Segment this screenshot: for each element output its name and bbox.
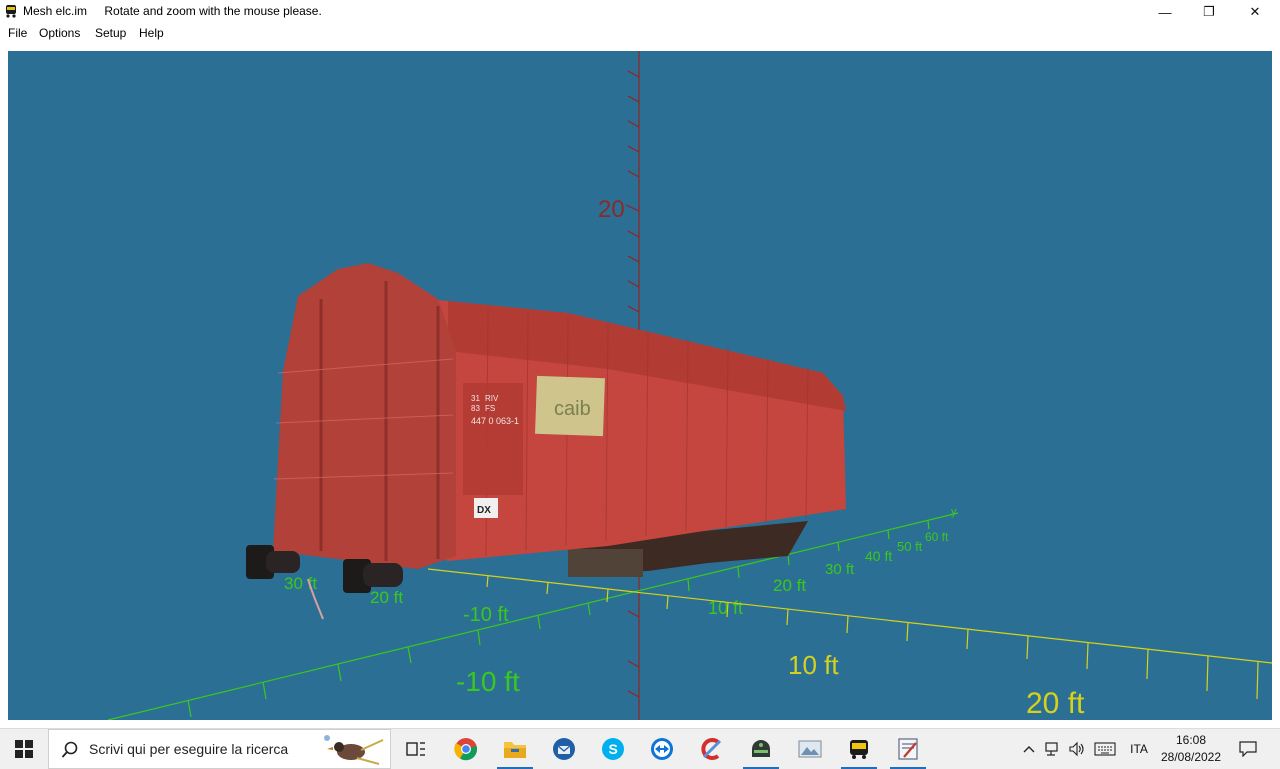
taskbar-file-explorer[interactable]	[491, 729, 539, 769]
file-explorer-icon	[504, 742, 526, 758]
editor-icon	[898, 738, 918, 760]
taskbar-thunderbird[interactable]	[540, 729, 588, 769]
chrome-icon	[454, 738, 478, 761]
reg-c: 83	[471, 404, 480, 413]
taskbar-train-app[interactable]	[835, 729, 883, 769]
label-y-60: 60 ft	[925, 530, 949, 544]
taskbar-editor[interactable]	[884, 729, 932, 769]
label-ground-minus-10: -10 ft	[456, 666, 520, 697]
reg-a: 31	[471, 394, 480, 403]
speaker-icon	[1069, 741, 1084, 757]
menu-bar: File Options Setup Help	[0, 24, 1280, 42]
teamviewer-icon	[651, 738, 673, 760]
clock-time: 16:08	[1175, 733, 1207, 747]
restore-button[interactable]: ❐	[1186, 0, 1232, 24]
notification-icon	[1239, 741, 1257, 757]
task-view-button[interactable]	[392, 729, 440, 769]
taskbar-search-box[interactable]: Scrivi qui per eseguire la ricerca	[48, 729, 391, 769]
minimize-button[interactable]: —	[1142, 0, 1188, 24]
touch-keyboard-button[interactable]	[1092, 729, 1118, 769]
axis-y-letter: y	[951, 506, 957, 518]
taskbar-clock[interactable]: 16:08 28/08/2022	[1155, 732, 1227, 766]
volume-button[interactable]	[1066, 729, 1088, 769]
title-bar: Mesh elc.im Rotate and zoom with the mou…	[0, 0, 1280, 24]
ccleaner-icon	[701, 738, 722, 760]
search-placeholder: Scrivi qui per eseguire la ricerca	[89, 741, 289, 757]
start-button[interactable]	[0, 729, 48, 769]
taskbar-skype[interactable]: S	[589, 729, 637, 769]
reg-d: FS	[485, 404, 495, 413]
photos-icon	[798, 740, 822, 758]
menu-file[interactable]: File	[8, 26, 27, 40]
taskbar-teamviewer[interactable]	[638, 729, 686, 769]
freight-wagon[interactable]: caib 31 RIV 83 FS 447 0 063-1 DX	[246, 263, 846, 620]
search-highlight-bird-icon	[324, 735, 384, 765]
action-center-button[interactable]	[1234, 729, 1262, 769]
clock-date: 28/08/2022	[1160, 750, 1222, 764]
label-y-30: 30 ft	[825, 561, 855, 578]
status-message: Rotate and zoom with the mouse please.	[104, 4, 322, 18]
train-app-icon	[850, 740, 868, 759]
vertical-axis-label: 20	[598, 196, 625, 223]
label-y-50: 50 ft	[897, 539, 923, 554]
label-ground-20: 20 ft	[1026, 687, 1085, 720]
app-name: Mesh elc.im	[23, 4, 88, 18]
skype-icon: S	[602, 738, 624, 760]
menu-help[interactable]: Help	[139, 26, 164, 40]
taskbar-photos[interactable]	[786, 729, 834, 769]
input-language[interactable]: ITA	[1124, 729, 1154, 769]
network-icon	[1045, 742, 1058, 756]
taskbar: Scrivi qui per eseguire la ricerca S ITA…	[0, 728, 1280, 769]
wagon-brand: caib	[554, 398, 591, 420]
label-minus-10: -10 ft	[463, 604, 509, 626]
label-y-20: 20 ft	[773, 576, 806, 595]
menu-setup[interactable]: Setup	[95, 26, 126, 40]
reg-b: RIV	[485, 394, 499, 403]
chevron-up-icon	[1023, 746, 1035, 753]
keyboard-icon	[1094, 742, 1116, 756]
3d-viewport[interactable]: 20 y -10 ft -10 ft 10 ft 20 ft 30 ft 40 …	[8, 51, 1272, 720]
app-icon	[6, 5, 16, 18]
thunderbird-icon	[553, 738, 575, 760]
wagon-marking: DX	[477, 505, 491, 516]
show-hidden-icons[interactable]	[1017, 729, 1041, 769]
svg-text:S: S	[609, 741, 618, 757]
ground-axis-yellow	[427, 568, 1272, 700]
scene-canvas[interactable]: 20 y -10 ft -10 ft 10 ft 20 ft 30 ft 40 …	[8, 51, 1272, 720]
taskbar-ccleaner[interactable]	[688, 729, 736, 769]
window-title: Mesh elc.im Rotate and zoom with the mou…	[23, 4, 336, 18]
search-icon	[61, 741, 78, 758]
windows-icon	[15, 740, 33, 758]
taskbar-chrome[interactable]	[442, 729, 490, 769]
close-button[interactable]: ✕	[1232, 0, 1278, 24]
label-y-40: 40 ft	[865, 548, 892, 564]
menu-options[interactable]: Options	[39, 26, 80, 40]
mesh-viewer-icon	[752, 740, 770, 757]
taskbar-mesh-viewer[interactable]	[737, 729, 785, 769]
label-x-20: 20 ft	[370, 588, 403, 607]
task-view-icon	[406, 742, 425, 756]
label-ground-10: 10 ft	[788, 650, 839, 680]
network-button[interactable]	[1042, 729, 1064, 769]
wagon-number: 447 0 063-1	[471, 416, 519, 426]
